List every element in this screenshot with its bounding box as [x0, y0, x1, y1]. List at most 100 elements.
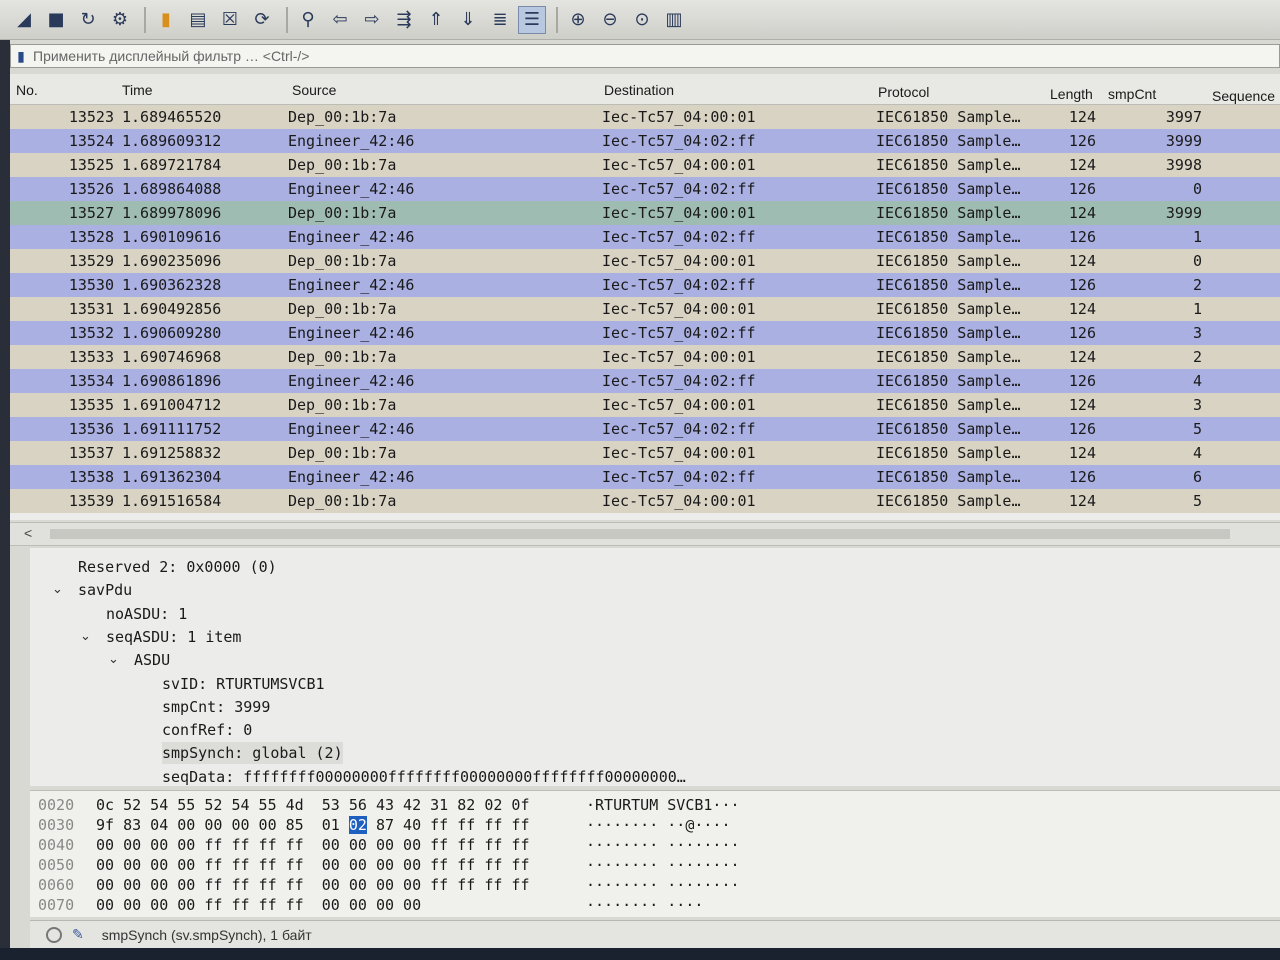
stop-icon[interactable]: ■ [42, 6, 70, 34]
packet-row[interactable]: 13534 1.690861896 Engineer_42:46 Iec-Tc57_0… [10, 369, 1280, 393]
close-file-icon[interactable]: ☒ [216, 6, 244, 34]
packet-destination: Iec-Tc57_04:02:ff [602, 132, 756, 150]
packet-row[interactable]: 13539 1.691516584 Dep_00:1b:7a Iec-Tc57_04:… [10, 489, 1280, 513]
zoom-reset-icon[interactable]: ⊙ [628, 6, 656, 34]
column-header-time[interactable]: Time [122, 82, 153, 98]
expand-chevron-icon[interactable]: ⌄ [52, 579, 63, 601]
packet-length: 124 [1068, 444, 1096, 462]
column-header-sequence[interactable]: Sequence [1212, 88, 1275, 104]
expert-info-icon[interactable] [46, 927, 62, 943]
detail-tree-item[interactable]: Reserved 2: 0x0000 (0) [78, 556, 277, 578]
packet-protocol: IEC61850 Sample… [876, 324, 1021, 342]
forward-icon[interactable]: ⇨ [358, 6, 386, 34]
hex-bytes: 0c 52 54 55 52 54 55 4d 53 56 43 42 31 8… [96, 795, 586, 815]
save-icon[interactable]: ▤ [184, 6, 212, 34]
hex-offset: 0060 [38, 876, 75, 894]
packet-source: Engineer_42:46 [288, 132, 415, 150]
hex-bytes: 00 00 00 00 ff ff ff ff 00 00 00 00 [96, 895, 586, 915]
bookmark-icon[interactable]: ▮ [11, 45, 31, 67]
find-icon[interactable]: ⚲ [294, 6, 322, 34]
packet-row[interactable]: 13527 1.689978096 Dep_00:1b:7a Iec-Tc57_04:… [10, 201, 1280, 225]
hex-row[interactable]: 0050 00 00 00 00 ff ff ff ff 00 00 00 00 … [38, 855, 740, 875]
hex-offset: 0040 [38, 836, 75, 854]
shark-fin-icon[interactable]: ◢ [10, 6, 38, 34]
scroll-thumb[interactable] [50, 529, 1230, 539]
hex-row[interactable]: 0030 9f 83 04 00 00 00 00 85 01 02 87 40 … [38, 815, 731, 835]
packet-number: 13534 [68, 372, 114, 390]
detail-tree-item[interactable]: confRef: 0 [162, 719, 252, 741]
zoom-out-icon[interactable]: ⊖ [596, 6, 624, 34]
column-header-protocol[interactable]: Protocol [878, 84, 929, 100]
detail-tree-item[interactable]: ⌄ savPdu [52, 579, 132, 601]
resize-columns-icon[interactable]: ▥ [660, 6, 688, 34]
goto-icon[interactable]: ⇶ [390, 6, 418, 34]
packet-smpcnt: 1 [1192, 228, 1202, 246]
column-header-destination[interactable]: Destination [604, 82, 674, 98]
packet-number: 13529 [68, 252, 114, 270]
detail-tree-item[interactable]: svID: RTURTUMSVCB1 [162, 673, 325, 695]
detail-tree-item[interactable]: smpCnt: 3999 [162, 696, 270, 718]
packet-time: 1.690861896 [122, 372, 222, 390]
detail-tree-item[interactable]: seqData: ffffffff00000000ffffffff0000000… [162, 766, 686, 786]
packet-smpcnt: 2 [1192, 348, 1202, 366]
packet-time: 1.689721784 [122, 156, 222, 174]
packet-time: 1.691362304 [122, 468, 222, 486]
restart-icon[interactable]: ↻ [74, 6, 102, 34]
packet-row[interactable]: 13530 1.690362328 Engineer_42:46 Iec-Tc57_0… [10, 273, 1280, 297]
column-header-smpcnt[interactable]: smpCnt [1108, 86, 1156, 102]
packet-source: Engineer_42:46 [288, 420, 415, 438]
packet-destination: Iec-Tc57_04:00:01 [602, 492, 756, 510]
packet-row[interactable]: 13536 1.691111752 Engineer_42:46 Iec-Tc57_0… [10, 417, 1280, 441]
packet-row[interactable]: 13524 1.689609312 Engineer_42:46 Iec-Tc57_0… [10, 129, 1280, 153]
packet-rows: 13523 1.689465520 Dep_00:1b:7a Iec-Tc57_04:… [10, 105, 1280, 513]
packet-row[interactable]: 13538 1.691362304 Engineer_42:46 Iec-Tc57_0… [10, 465, 1280, 489]
packet-list-hscroll[interactable]: < [10, 522, 1280, 546]
zoom-in-icon[interactable]: ⊕ [564, 6, 592, 34]
packet-row[interactable]: 13526 1.689864088 Engineer_42:46 Iec-Tc57_0… [10, 177, 1280, 201]
packet-row[interactable]: 13528 1.690109616 Engineer_42:46 Iec-Tc57_0… [10, 225, 1280, 249]
expand-chevron-icon[interactable]: ⌄ [80, 626, 91, 648]
hex-bytes: 00 00 00 00 ff ff ff ff 00 00 00 00 ff f… [96, 875, 586, 895]
packet-row[interactable]: 13532 1.690609280 Engineer_42:46 Iec-Tc57_0… [10, 321, 1280, 345]
first-icon[interactable]: ⇑ [422, 6, 450, 34]
display-filter-input[interactable] [31, 45, 1279, 67]
packet-row[interactable]: 13523 1.689465520 Dep_00:1b:7a Iec-Tc57_04:… [10, 105, 1280, 129]
back-icon[interactable]: ⇦ [326, 6, 354, 34]
packet-row[interactable]: 13535 1.691004712 Dep_00:1b:7a Iec-Tc57_04:… [10, 393, 1280, 417]
detail-tree-item[interactable]: smpSynch: global (2) [162, 742, 343, 765]
column-header-length[interactable]: Length [1050, 86, 1093, 102]
detail-tree-item[interactable]: ⌄ ASDU [108, 649, 170, 671]
scroll-left-icon[interactable]: < [24, 525, 32, 541]
hex-row[interactable]: 0070 00 00 00 00 ff ff ff ff 00 00 00 00 ·… [38, 895, 703, 915]
packet-time: 1.690746968 [122, 348, 222, 366]
packet-destination: Iec-Tc57_04:02:ff [602, 180, 756, 198]
packet-protocol: IEC61850 Sample… [876, 348, 1021, 366]
hex-selected-byte: 02 [348, 816, 367, 834]
reload-icon[interactable]: ⟳ [248, 6, 276, 34]
hex-bytes-text: 00 00 00 00 ff ff ff ff 00 00 00 00 ff f… [96, 836, 530, 854]
options-icon[interactable]: ⚙ [106, 6, 134, 34]
packet-row[interactable]: 13529 1.690235096 Dep_00:1b:7a Iec-Tc57_04:… [10, 249, 1280, 273]
expand-chevron-icon[interactable]: ⌄ [108, 649, 119, 671]
packet-number: 13526 [68, 180, 114, 198]
last-icon[interactable]: ⇓ [454, 6, 482, 34]
packet-row[interactable]: 13525 1.689721784 Dep_00:1b:7a Iec-Tc57_04:… [10, 153, 1280, 177]
display-filter-bar: ▮ [10, 44, 1280, 68]
hex-row[interactable]: 0040 00 00 00 00 ff ff ff ff 00 00 00 00 … [38, 835, 740, 855]
packet-row[interactable]: 13537 1.691258832 Dep_00:1b:7a Iec-Tc57_04:… [10, 441, 1280, 465]
column-header-source[interactable]: Source [292, 82, 336, 98]
edit-comment-icon[interactable]: ✎ [72, 927, 84, 943]
autoscroll-icon[interactable]: ≣ [486, 6, 514, 34]
hex-row[interactable]: 0020 0c 52 54 55 52 54 55 4d 53 56 43 42 … [38, 795, 740, 815]
packet-length: 124 [1068, 492, 1096, 510]
hex-row[interactable]: 0060 00 00 00 00 ff ff ff ff 00 00 00 00 … [38, 875, 740, 895]
packet-row[interactable]: 13531 1.690492856 Dep_00:1b:7a Iec-Tc57_04:… [10, 297, 1280, 321]
detail-tree-item[interactable]: ⌄ seqASDU: 1 item [80, 626, 241, 648]
detail-tree-item[interactable]: noASDU: 1 [106, 603, 187, 625]
open-file-icon[interactable]: ▮ [152, 6, 180, 34]
colorize-icon[interactable]: ☰ [518, 5, 546, 34]
packet-row[interactable]: 13533 1.690746968 Dep_00:1b:7a Iec-Tc57_04:… [10, 345, 1280, 369]
packet-length: 126 [1068, 276, 1096, 294]
hex-bytes: 9f 83 04 00 00 00 00 85 01 02 87 40 ff f… [96, 815, 586, 835]
column-header-no[interactable]: No. [16, 82, 38, 98]
